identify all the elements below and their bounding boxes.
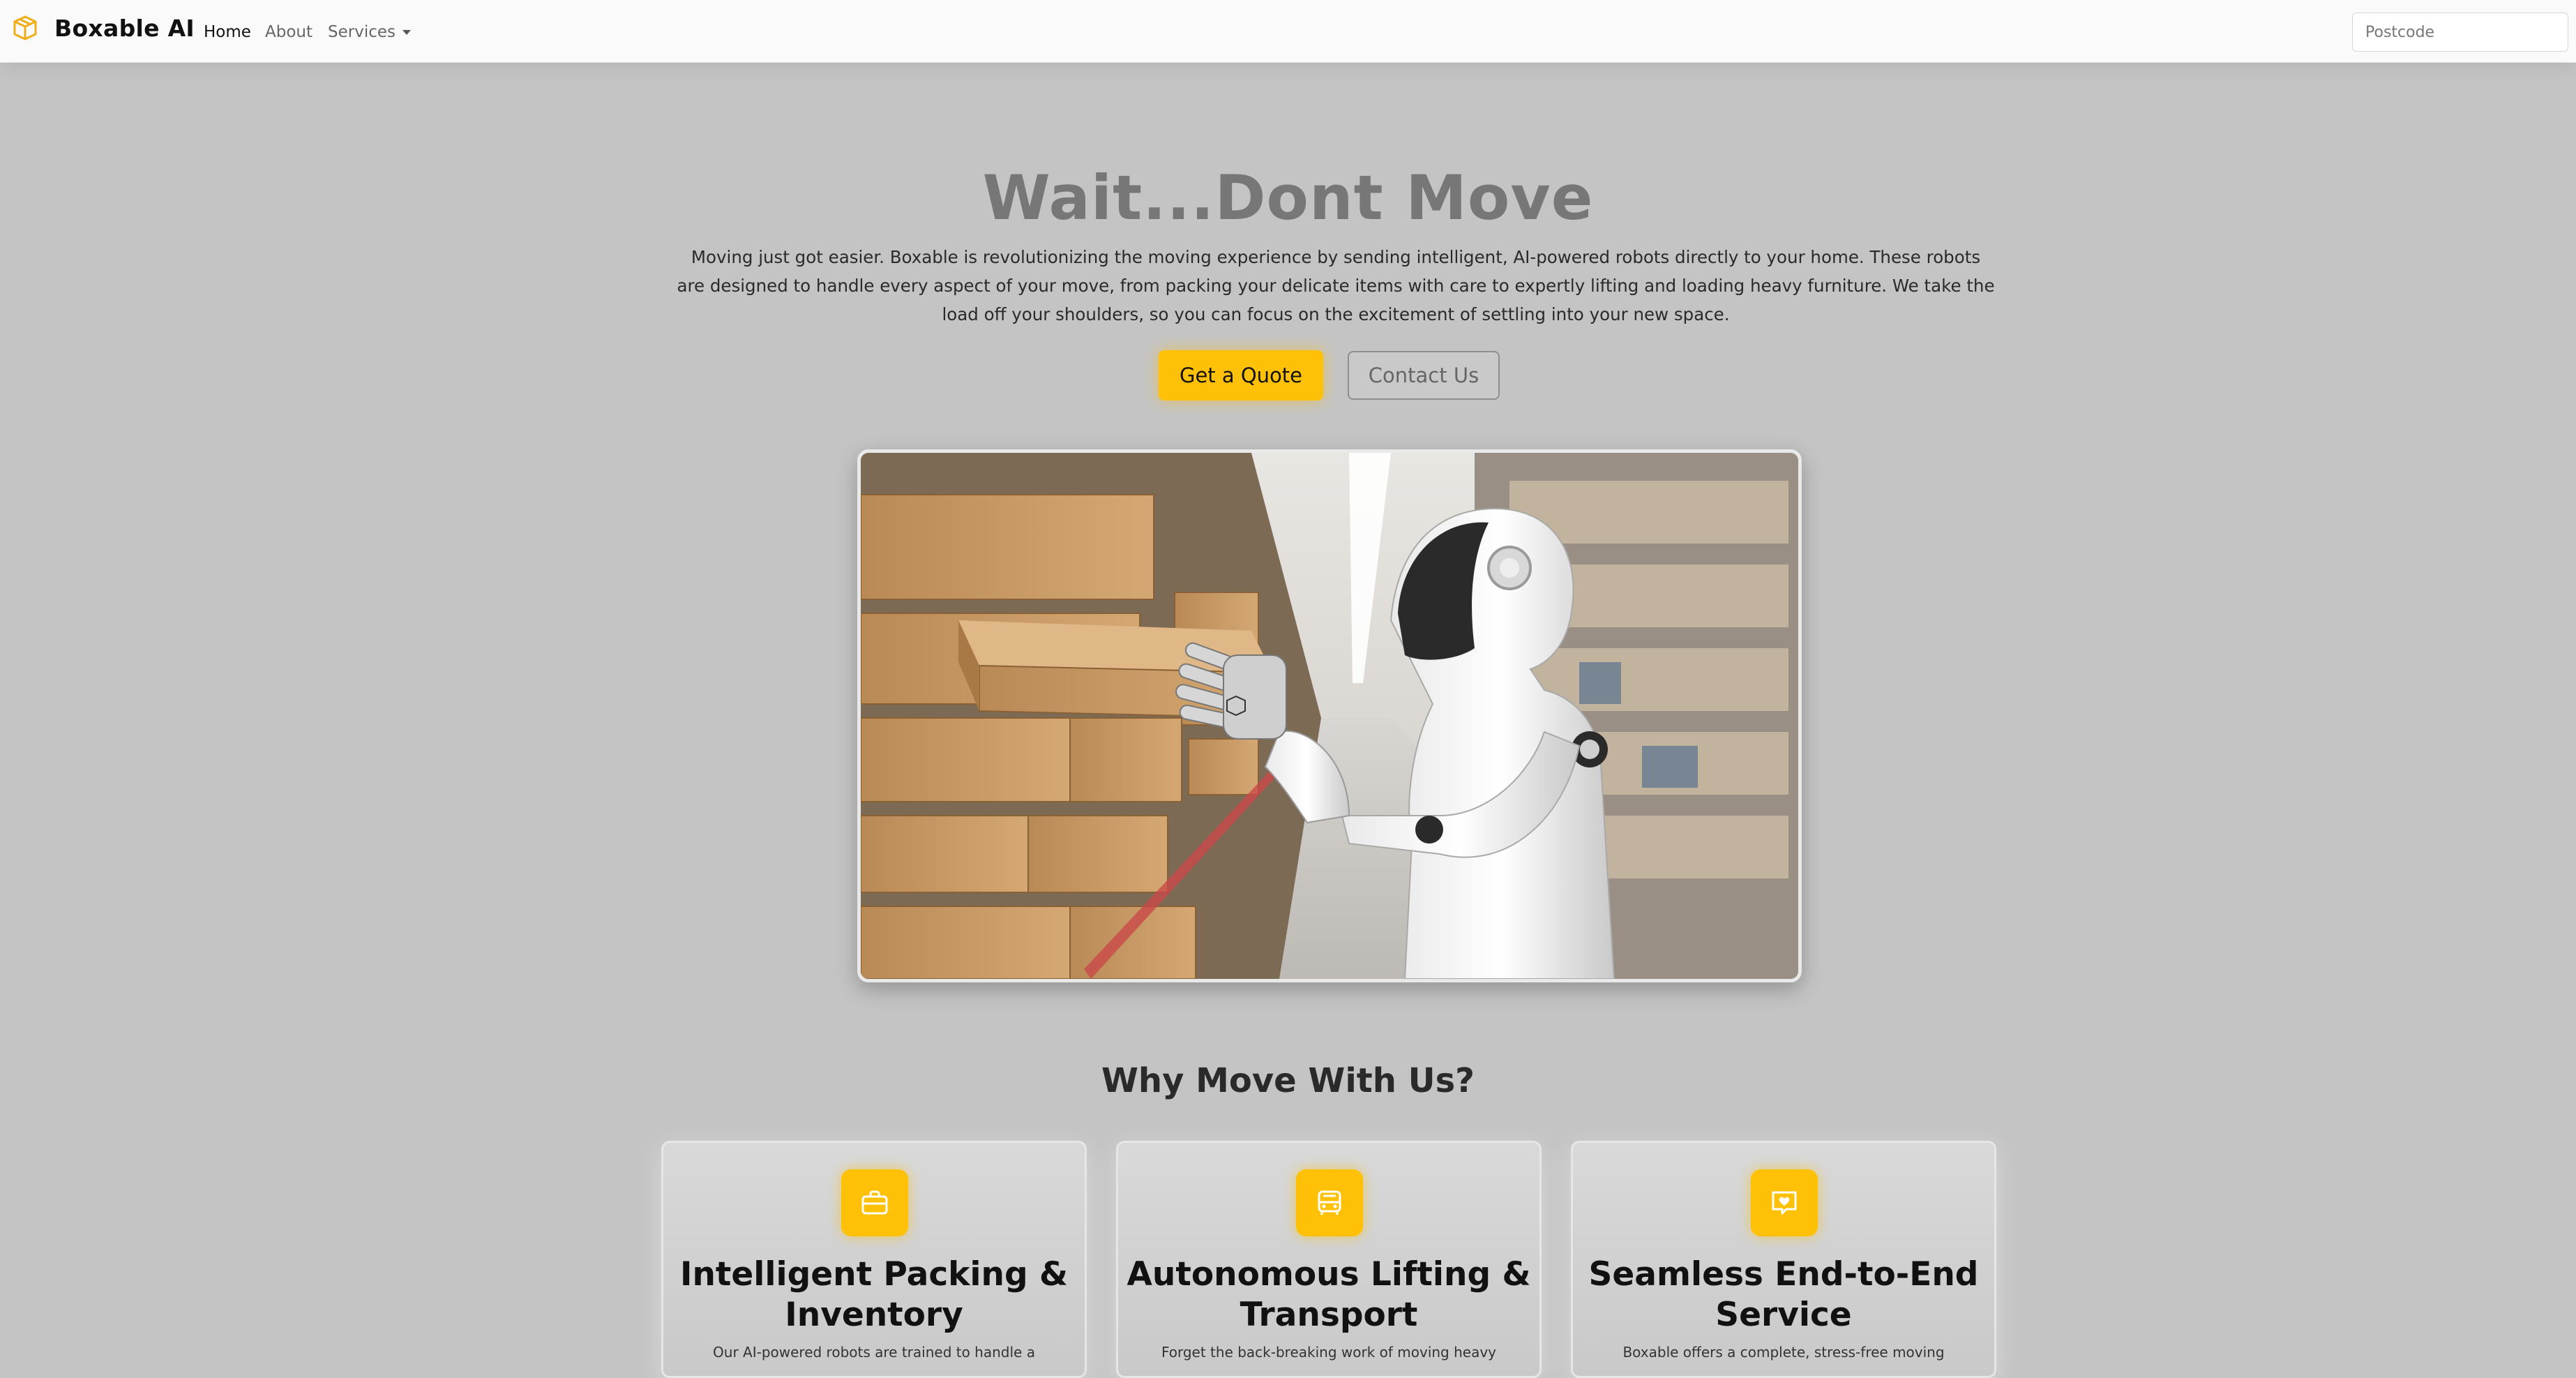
nav-services-label: Services <box>328 23 396 41</box>
hero-robot-image <box>857 449 1802 982</box>
feature-card-text: Our AI-powered robots are trained to han… <box>713 1344 1035 1361</box>
nav-about[interactable]: About <box>265 23 312 41</box>
nav-home[interactable]: Home <box>204 23 251 41</box>
nav-services-dropdown[interactable]: Services <box>328 23 411 41</box>
hero-title: Wait...Dont Move <box>982 162 1594 234</box>
feature-card-text: Boxable offers a complete, stress-free m… <box>1622 1344 1945 1361</box>
feature-card: Intelligent Packing & Inventory Our AI-p… <box>661 1141 1087 1378</box>
brand-link[interactable]: Boxable AI <box>11 14 195 42</box>
get-quote-button[interactable]: Get a Quote <box>1159 350 1323 400</box>
hero-description: Moving just got easier. Boxable is revol… <box>677 247 1995 324</box>
briefcase-icon <box>841 1169 908 1236</box>
feature-card-text: Forget the back-breaking work of moving … <box>1161 1344 1497 1361</box>
navbar: Boxable AI Home About Services <box>0 0 2576 63</box>
feature-card: Seamless End-to-End Service Boxable offe… <box>1571 1141 1996 1378</box>
brand-name: Boxable AI <box>54 14 195 42</box>
feature-card-title: Seamless End-to-End Service <box>1588 1255 1979 1334</box>
why-section-title: Why Move With Us? <box>1101 1061 1475 1100</box>
truck-icon <box>1296 1169 1363 1236</box>
feature-card-title: Intelligent Packing & Inventory <box>679 1255 1068 1334</box>
feature-card: Autonomous Lifting & Transport Forget th… <box>1116 1141 1542 1378</box>
caret-down-icon <box>402 30 411 35</box>
heart-chat-icon <box>1751 1169 1818 1236</box>
postcode-input[interactable] <box>2352 13 2568 52</box>
contact-us-button[interactable]: Contact Us <box>1348 351 1500 400</box>
feature-card-title: Autonomous Lifting & Transport <box>1127 1255 1531 1334</box>
box-icon <box>13 15 37 40</box>
